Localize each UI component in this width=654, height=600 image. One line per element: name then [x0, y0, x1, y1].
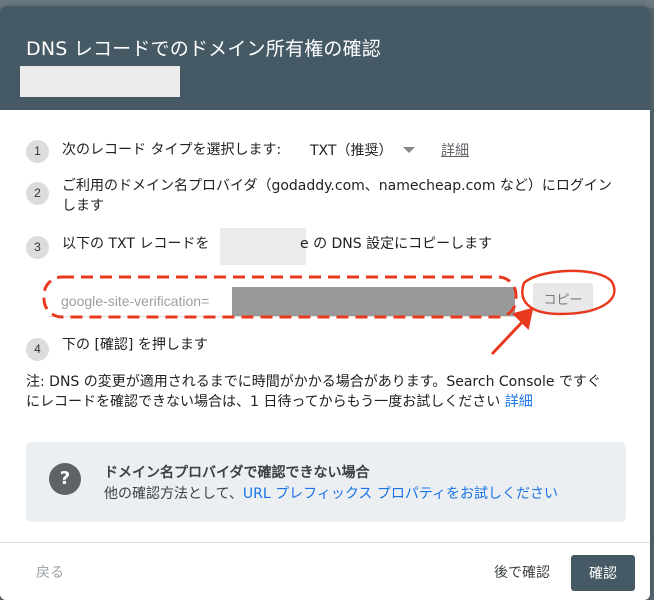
- note-line-2: にレコードを確認できない場合は、1 日待ってからもう一度お試しください 詳細: [26, 392, 630, 412]
- step-2-text-line2: します: [62, 198, 104, 214]
- note-line-1: 注: DNS の変更が適用されるまでに時間がかかる場合があります。Search …: [26, 374, 601, 390]
- dns-delay-note: 注: DNS の変更が適用されるまでに時間がかかる場合があります。Search …: [26, 372, 630, 412]
- help-text-prefix: 他の確認方法として、: [104, 486, 243, 502]
- step-4-text: 下の [確認] を押します: [62, 337, 208, 353]
- dialog-header: DNS レコードでのドメイン所有権の確認: [0, 6, 650, 110]
- verify-later-button[interactable]: 後で確認: [494, 562, 550, 582]
- record-type-select[interactable]: TXT（推奨）: [310, 140, 392, 160]
- step-3-text-before: 以下の TXT レコードを: [62, 236, 210, 252]
- redacted-domain-block: [20, 66, 180, 97]
- step-1-text: 次のレコード タイプを選択します:: [62, 142, 282, 158]
- confirm-button[interactable]: 確認: [571, 555, 635, 591]
- help-callout: ? ドメイン名プロバイダで確認できない場合 他の確認方法として、URL プレフィ…: [26, 442, 626, 522]
- step-4-number: 4: [26, 338, 49, 361]
- footer-divider: [0, 542, 650, 543]
- copy-button[interactable]: コピー: [533, 283, 593, 313]
- redacted-domain-name: [220, 228, 306, 265]
- back-button[interactable]: 戻る: [36, 562, 64, 582]
- step-2-number: 2: [26, 182, 49, 205]
- step-2-text-line1: ご利用のドメイン名プロバイダ（godaddy.com、namecheap.com…: [62, 178, 612, 194]
- txt-record-value: google-site-verification=: [61, 293, 210, 309]
- help-icon: ?: [49, 463, 81, 495]
- step-3-text-after: e の DNS 設定にコピーします: [300, 236, 493, 252]
- url-prefix-property-link[interactable]: URL プレフィックス プロパティをお試しください: [243, 486, 558, 502]
- dialog-title: DNS レコードでのドメイン所有権の確認: [26, 38, 381, 60]
- chevron-down-icon[interactable]: [403, 147, 415, 153]
- note-line-2-text: にレコードを確認できない場合は、1 日待ってからもう一度お試しください: [26, 394, 501, 410]
- detail-link[interactable]: 詳細: [441, 140, 469, 160]
- step-1-number: 1: [26, 140, 49, 163]
- dns-verification-dialog: DNS レコードでのドメイン所有権の確認 1 次のレコード タイプを選択します:…: [0, 6, 650, 600]
- step-3-number: 3: [26, 236, 49, 259]
- note-detail-link[interactable]: 詳細: [505, 394, 533, 410]
- help-text: 他の確認方法として、URL プレフィックス プロパティをお試しください: [104, 483, 558, 503]
- help-title: ドメイン名プロバイダで確認できない場合: [104, 465, 370, 481]
- redacted-verification-token: [232, 287, 515, 316]
